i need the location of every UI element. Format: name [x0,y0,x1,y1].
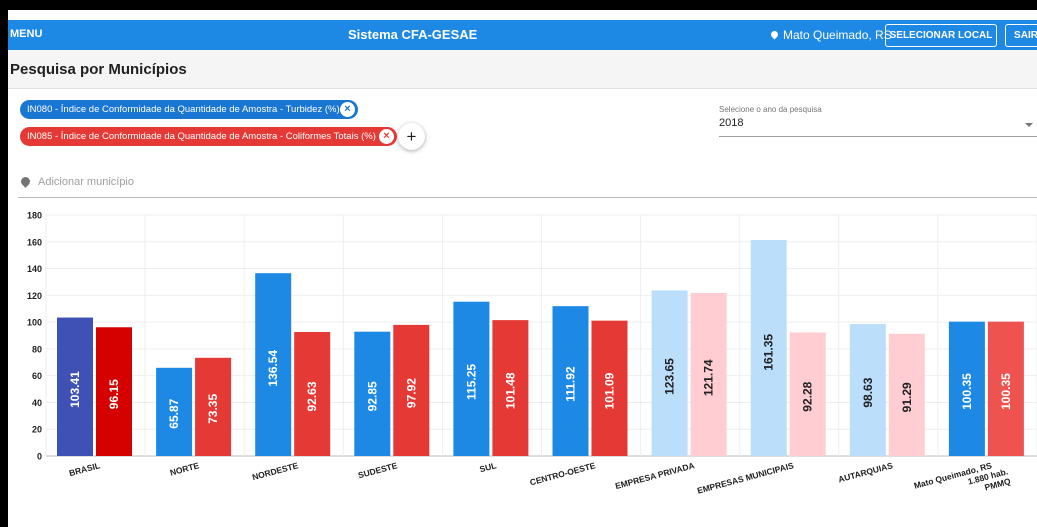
bar-value-label: 97.92 [404,378,418,408]
location-label: Mato Queimado, RS [783,28,892,42]
x-tick-label-line: NORTE [169,460,201,477]
bar-value-label: 101.48 [503,372,517,409]
y-tick-label: 180 [27,211,42,221]
page-header: Pesquisa por Municípios [8,50,1037,89]
location-pin-icon [19,175,32,188]
indicator-chip-label: IN080 - Índice de Conformidade da Quanti… [27,104,340,115]
bar-value-label: 98.63 [861,377,875,407]
x-tick-label-line: NORDESTE [251,460,300,482]
bar-value-label: 123.65 [663,358,677,395]
x-tick-label: EMPRESAS MUNICIPAIS [696,460,795,495]
add-municipality-underline [18,197,1037,198]
close-icon[interactable]: × [379,129,394,144]
bar-value-label: 92.85 [365,381,379,411]
x-tick-label-line: AUTARQUIAS [837,460,894,484]
close-icon[interactable]: × [340,102,355,117]
y-tick-label: 120 [27,291,42,301]
x-tick-label-line: BRASIL [68,460,101,478]
bar-value-label: 92.63 [305,381,319,411]
x-tick-label: Mato Queimado, RS1.880 hab.PMMQ [913,460,1012,492]
bar-value-label: 100.35 [960,373,974,410]
indicator-chip-in080[interactable]: IN080 - Índice de Conformidade da Quanti… [20,100,358,119]
x-tick-label-line: CENTRO-OESTE [529,460,597,487]
year-select[interactable]: 2018 [719,117,743,129]
x-tick-label: BRASIL [68,460,101,478]
x-tick-label: CENTRO-OESTE [529,460,597,487]
bar-value-label: 161.35 [762,334,776,371]
bar-value-label: 136.54 [266,350,280,387]
x-tick-label-line: EMPRESA PRIVADA [614,460,696,491]
app-title: Sistema CFA-GESAE [348,27,478,42]
chevron-down-icon[interactable] [1025,123,1033,127]
x-tick-label: SUDESTE [357,460,399,480]
x-tick-label: NORDESTE [251,460,300,482]
y-tick-label: 160 [27,237,42,247]
exit-button[interactable]: SAIR [1005,24,1037,47]
bar-value-label: 65.87 [167,398,181,428]
x-tick-label: SUL [478,460,497,474]
top-app-bar: MENU Sistema CFA-GESAE Mato Queimado, RS… [8,20,1037,50]
y-tick-label: 60 [32,371,42,381]
bar-value-label: 111.92 [564,366,578,402]
bar-value-label: 101.09 [603,372,617,409]
indicator-chip-in085[interactable]: IN085 - Índice de Conformidade da Quanti… [20,127,397,146]
y-tick-label: 40 [32,398,42,408]
x-tick-label: NORTE [169,460,201,477]
bar-value-label: 100.35 [999,373,1013,410]
location-pin-icon [769,29,780,40]
x-tick-label-line: EMPRESAS MUNICIPAIS [696,460,795,495]
x-tick-label-line: SUDESTE [357,460,399,480]
bar-chart: 0 20 40 60 80 100 120 140 160 180 103.41 96.15 BRASI… [27,211,1037,496]
current-location[interactable]: Mato Queimado, RS [769,28,892,42]
add-municipality-input[interactable]: Adicionar município [38,176,134,188]
bar-value-label: 92.28 [801,381,815,411]
add-indicator-button[interactable]: + [398,123,425,150]
bar-value-label: 91.29 [900,382,914,412]
x-tick-label: AUTARQUIAS [837,460,894,484]
page-title: Pesquisa por Municípios [10,61,187,78]
bar-value-label: 96.15 [107,379,121,409]
bar-value-label: 121.74 [702,359,716,396]
y-tick-label: 80 [32,344,42,354]
y-tick-label: 140 [27,264,42,274]
select-location-button[interactable]: SELECIONAR LOCAL [885,24,997,47]
year-select-label: Selecione o ano da pesquisa [719,105,822,114]
bar-value-label: 73.35 [206,394,220,424]
bar-value-label: 103.41 [68,371,82,408]
year-select-underline [719,136,1037,137]
indicator-chip-label: IN085 - Índice de Conformidade da Quanti… [27,131,376,142]
y-tick-label: 100 [27,318,42,328]
menu-button[interactable]: MENU [10,28,42,40]
y-tick-label: 20 [32,425,42,435]
x-tick-label-line: SUL [478,460,497,474]
x-tick-label: EMPRESA PRIVADA [614,460,696,491]
app-frame: MENU Sistema CFA-GESAE Mato Queimado, RS… [8,10,1037,527]
bar-value-label: 115.25 [464,364,478,400]
y-tick-label: 0 [37,452,42,462]
